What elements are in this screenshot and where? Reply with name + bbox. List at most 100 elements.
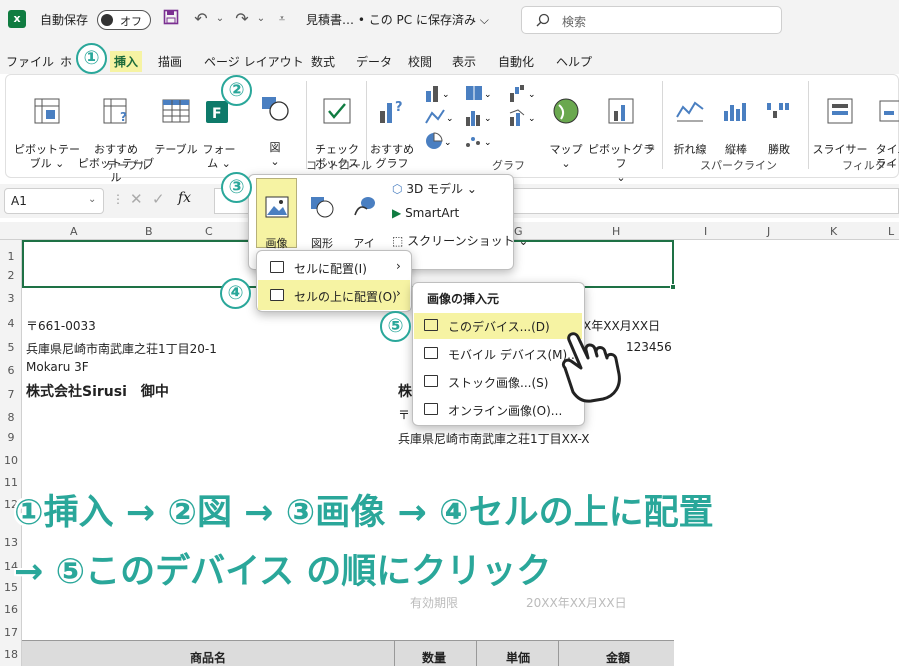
tab-home[interactable]: ホ	[60, 53, 72, 70]
row-header[interactable]: 18	[0, 648, 22, 661]
undo-icon[interactable]: ↶	[191, 9, 211, 29]
cell-building[interactable]: Mokaru 3F	[26, 360, 89, 374]
menu-stock-images[interactable]: ストック画像...(S)	[424, 374, 548, 391]
row-headers: 1 2 3 4 5 6 7 8 9 10 11 12 13 14 15 16 1…	[0, 240, 22, 666]
group-label-sparklines: スパークライン	[700, 159, 777, 172]
waterfall-chart-icon[interactable]: ⌄	[508, 83, 538, 106]
tab-view[interactable]: 表示	[452, 53, 476, 70]
menu-online-pictures[interactable]: オンライン画像(O)...	[424, 402, 562, 419]
pivot-table-icon	[34, 98, 60, 124]
row-header[interactable]: 3	[0, 292, 22, 305]
svg-text:⌄: ⌄	[528, 90, 536, 100]
save-icon[interactable]	[161, 9, 181, 29]
pie-chart-icon[interactable]: ⌄	[424, 131, 454, 154]
tab-automate[interactable]: 自動化	[498, 53, 534, 70]
cancel-icon[interactable]: ✕	[130, 190, 143, 208]
column-header-a[interactable]: A	[70, 225, 78, 238]
tab-formulas[interactable]: 数式	[311, 53, 335, 70]
combo-chart-icon[interactable]: ⌄	[508, 107, 538, 130]
search-box[interactable]: 検索	[521, 6, 782, 34]
column-header-h[interactable]: H	[612, 225, 620, 238]
chart-dialog-launcher-icon[interactable]: ⧉	[648, 143, 654, 153]
mobile-device-icon	[424, 347, 438, 359]
hierarchy-chart-icon[interactable]: ⌄	[464, 83, 494, 106]
step-1-badge: ①	[76, 43, 107, 74]
cell-postal[interactable]: 〒661-0033	[26, 317, 96, 334]
recommended-chart-button[interactable]: ? おすすめ グラフ	[370, 83, 414, 171]
redo-icon[interactable]: ↷	[232, 9, 252, 29]
cell-recipient[interactable]: 株式会社Sirusi 御中	[26, 381, 169, 401]
row-header[interactable]: 4	[0, 317, 22, 330]
autosave-toggle[interactable]: オフ	[97, 10, 151, 30]
tab-review[interactable]: 校閲	[408, 53, 432, 70]
cell-address-right[interactable]: 兵庫県尼崎市南武庫之荘1丁目XX-X	[398, 430, 589, 447]
tab-page-layout[interactable]: ページ レイアウト	[204, 53, 304, 70]
cell-validity-label[interactable]: 有効期限	[410, 594, 458, 611]
row-header[interactable]: 6	[0, 364, 22, 377]
tab-file[interactable]: ファイル	[6, 53, 54, 70]
tab-data[interactable]: データ	[356, 53, 392, 70]
menu-place-in-cell[interactable]: セルに配置(I)	[270, 260, 367, 277]
menu-screenshot[interactable]: ⬚ スクリーンショット ⌄	[392, 232, 528, 249]
fill-handle[interactable]	[670, 284, 676, 290]
row-header[interactable]: 1	[0, 250, 22, 263]
row-header[interactable]: 16	[0, 603, 22, 616]
sparkline-column-icon	[724, 103, 746, 121]
pivot-table-button[interactable]: ピボットテー ブル ⌄	[12, 83, 82, 171]
caption-line-1: ①挿入 → ②図 → ③画像 → ④セルの上に配置	[14, 493, 714, 533]
column-header-c[interactable]: C	[205, 225, 213, 238]
pivot-chart-button[interactable]: ピボットグラフ ⌄	[586, 83, 656, 185]
scatter-chart-icon[interactable]: ⌄	[464, 131, 494, 154]
table-button[interactable]: テーブル	[154, 83, 198, 157]
pictures-icon	[262, 97, 289, 121]
header-quantity[interactable]: 数量	[422, 649, 446, 666]
line-chart-icon[interactable]: ⌄	[424, 107, 454, 130]
cell-validity-value[interactable]: 20XX年XX月XX日	[526, 594, 627, 611]
menu-this-device[interactable]: このデバイス...(D)	[424, 318, 550, 335]
stock-images-icon	[424, 375, 438, 387]
group-label-controls: コントロール	[306, 159, 372, 172]
cell-company-right[interactable]: 株	[398, 381, 412, 401]
statistic-chart-icon[interactable]: ⌄	[464, 107, 494, 130]
column-header-k[interactable]: K	[830, 225, 837, 238]
cell-address[interactable]: 兵庫県尼崎市南武庫之荘1丁目20-1	[26, 340, 217, 357]
tab-help[interactable]: ヘルプ	[556, 53, 592, 70]
row-header[interactable]: 5	[0, 341, 22, 354]
row-header[interactable]: 2	[0, 269, 22, 282]
column-header-i[interactable]: I	[704, 225, 707, 238]
insert-from-title: 画像の挿入元	[427, 292, 500, 306]
zu-button[interactable]: 図 ⌄	[253, 81, 297, 169]
header-amount[interactable]: 金額	[606, 649, 630, 666]
sparkline-column-button[interactable]: 縦棒	[716, 83, 756, 157]
row-header[interactable]: 17	[0, 626, 22, 639]
redo-dropdown-icon[interactable]: ⌄	[251, 9, 271, 29]
column-header-j[interactable]: J	[767, 225, 770, 238]
tab-draw[interactable]: 描画	[158, 53, 182, 70]
map-button[interactable]: マップ ⌄	[546, 83, 586, 171]
name-box-dropdown-icon[interactable]: ⌄	[88, 194, 96, 205]
menu-smartart[interactable]: ▶ SmartArt	[392, 206, 459, 220]
row-header[interactable]: 7	[0, 388, 22, 401]
menu-place-over-cells[interactable]: セルの上に配置(O)	[270, 288, 397, 305]
column-header-b[interactable]: B	[145, 225, 153, 238]
title-bar: x 自動保存 オフ ↶ ⌄ ↷ ⌄ ⩡ 見積書… • この PC に保存済み ⌵…	[0, 0, 899, 40]
column-chart-icon[interactable]: ⌄	[424, 83, 454, 106]
sparkline-winloss-button[interactable]: 勝敗	[760, 83, 798, 157]
row-header[interactable]: 10	[0, 454, 22, 467]
cell-postal-right[interactable]: 〒	[398, 406, 410, 423]
row-header[interactable]: 9	[0, 431, 22, 444]
insert-function-icon[interactable]: fx	[178, 190, 191, 206]
undo-dropdown-icon[interactable]: ⌄	[210, 9, 230, 29]
header-product[interactable]: 商品名	[190, 649, 226, 666]
slicer-button[interactable]: スライサー	[812, 83, 868, 157]
customize-qat-icon[interactable]: ⩡	[272, 9, 292, 29]
document-title[interactable]: 見積書… • この PC に保存済み ⌵	[306, 11, 489, 28]
enter-icon[interactable]: ✓	[152, 190, 165, 208]
sparkline-line-button[interactable]: 折れ線	[668, 83, 712, 157]
tab-insert[interactable]: 挿入	[110, 51, 143, 72]
header-unit-price[interactable]: 単価	[506, 649, 530, 666]
submenu-arrow-icon: ›	[396, 259, 401, 273]
column-header-l[interactable]: L	[888, 225, 894, 238]
row-header[interactable]: 8	[0, 411, 22, 424]
menu-3d-models[interactable]: ⬡ 3D モデル ⌄	[392, 180, 477, 197]
